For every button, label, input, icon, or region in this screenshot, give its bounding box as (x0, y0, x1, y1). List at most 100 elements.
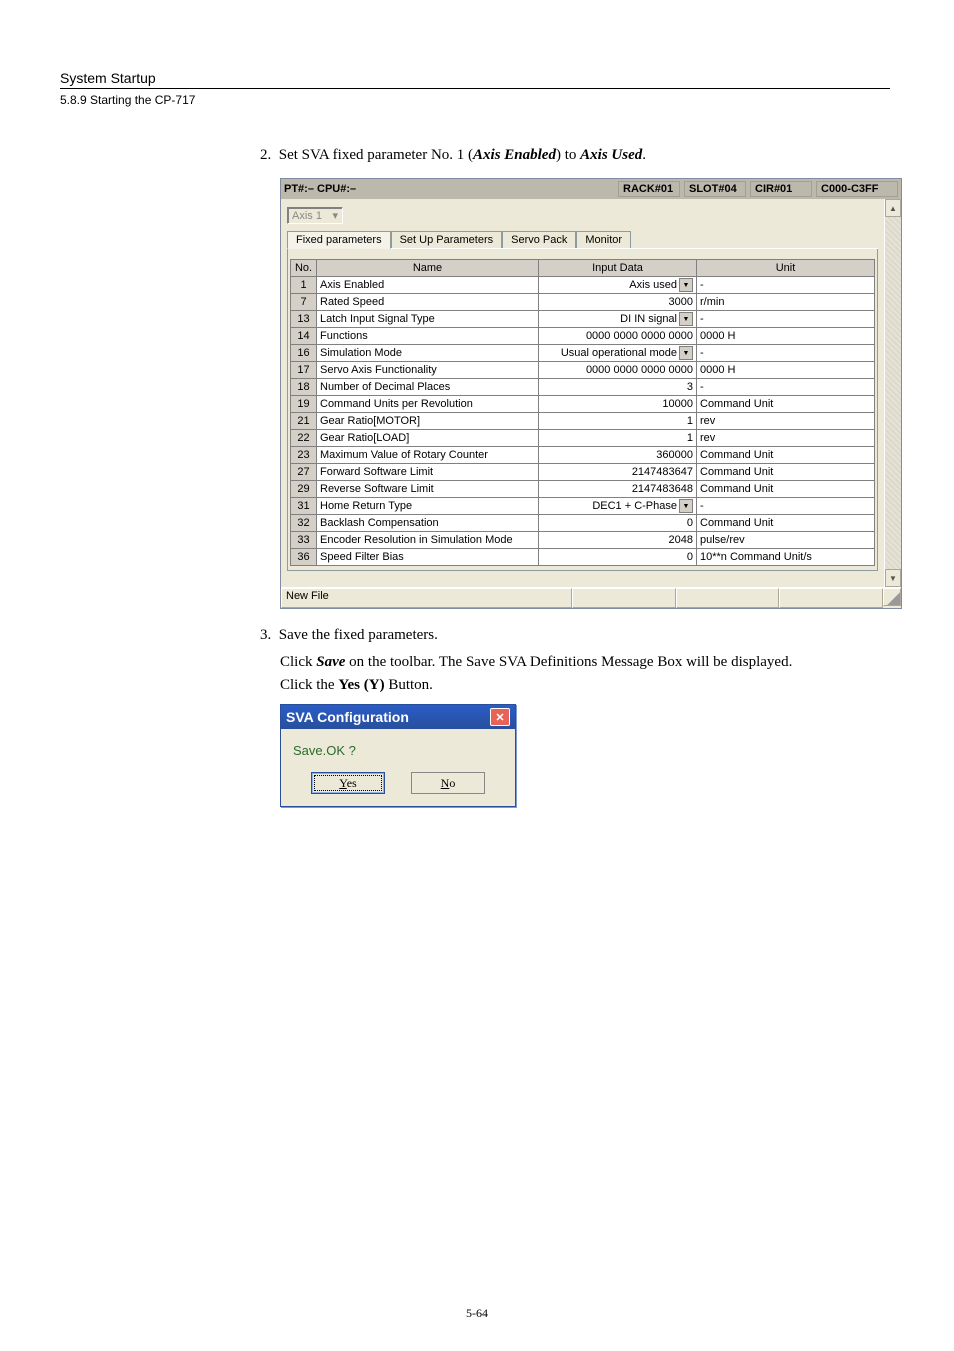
tab-monitor[interactable]: Monitor (576, 231, 631, 248)
cell-name: Maximum Value of Rotary Counter (317, 447, 539, 464)
axis-select-label: Axis 1 (292, 210, 322, 222)
cell-unit: - (697, 498, 875, 515)
tab-panel: No. Name Input Data Unit 1Axis EnabledAx… (287, 249, 878, 571)
yes-button[interactable]: Yes (311, 772, 385, 794)
table-row[interactable]: 7Rated Speed3000r/min (291, 294, 875, 311)
step-3-line1: Click Save on the toolbar. The Save SVA … (280, 654, 894, 671)
chevron-down-icon[interactable]: ▼ (679, 346, 693, 360)
scroll-track[interactable] (885, 217, 901, 569)
dialog-message: Save.OK ? (281, 729, 515, 768)
cell-name: Encoder Resolution in Simulation Mode (317, 532, 539, 549)
table-row[interactable]: 18Number of Decimal Places3- (291, 379, 875, 396)
table-row[interactable]: 17Servo Axis Functionality0000 0000 0000… (291, 362, 875, 379)
step-2-em2: Axis Used (580, 147, 642, 163)
titlebar-addr: C000-C3FF (816, 181, 898, 197)
titlebar-rack: RACK#01 (618, 181, 680, 197)
tab-fixed-parameters[interactable]: Fixed parameters (287, 231, 391, 249)
titlebar-left: PT#:– CPU#:– (284, 183, 614, 195)
scroll-down-icon[interactable]: ▼ (885, 569, 901, 587)
cell-input-data[interactable]: DI IN signal▼ (539, 311, 697, 328)
table-row[interactable]: 19Command Units per Revolution10000Comma… (291, 396, 875, 413)
cell-unit: - (697, 379, 875, 396)
col-unit: Unit (697, 260, 875, 277)
cell-input-data[interactable]: 360000 (539, 447, 697, 464)
tab-setup-parameters[interactable]: Set Up Parameters (391, 231, 503, 248)
step-2-pre: Set SVA fixed parameter No. 1 ( (279, 147, 473, 163)
cell-input-data[interactable]: 0000 0000 0000 0000 (539, 328, 697, 345)
cell-name: Gear Ratio[MOTOR] (317, 413, 539, 430)
cell-input-data[interactable]: 0 (539, 515, 697, 532)
cell-input-data[interactable]: 2048 (539, 532, 697, 549)
table-row[interactable]: 21Gear Ratio[MOTOR]1rev (291, 413, 875, 430)
table-row[interactable]: 32Backlash Compensation0Command Unit (291, 515, 875, 532)
cell-no: 22 (291, 430, 317, 447)
chevron-down-icon[interactable]: ▼ (679, 499, 693, 513)
scroll-up-icon[interactable]: ▲ (885, 199, 901, 217)
cell-no: 13 (291, 311, 317, 328)
chevron-down-icon[interactable]: ▼ (679, 278, 693, 292)
no-button[interactable]: No (411, 772, 485, 794)
cell-unit: 0000 H (697, 328, 875, 345)
cell-name: Axis Enabled (317, 277, 539, 294)
col-no: No. (291, 260, 317, 277)
close-icon[interactable]: ✕ (490, 708, 510, 726)
cell-unit: 0000 H (697, 362, 875, 379)
chevron-down-icon[interactable]: ▼ (679, 312, 693, 326)
cell-input-data[interactable]: Usual operational mode▼ (539, 345, 697, 362)
cell-input-data[interactable]: DEC1 + C-Phase▼ (539, 498, 697, 515)
fixed-parameters-window: PT#:– CPU#:– RACK#01 SLOT#04 CIR#01 C000… (280, 178, 902, 609)
cell-no: 27 (291, 464, 317, 481)
table-row[interactable]: 31Home Return TypeDEC1 + C-Phase▼- (291, 498, 875, 515)
cell-unit: r/min (697, 294, 875, 311)
cell-no: 18 (291, 379, 317, 396)
cell-unit: pulse/rev (697, 532, 875, 549)
cell-name: Command Units per Revolution (317, 396, 539, 413)
cell-input-data[interactable]: 1 (539, 430, 697, 447)
cell-input-data[interactable]: 0 (539, 549, 697, 566)
step-2-post: . (642, 147, 646, 163)
cell-no: 32 (291, 515, 317, 532)
cell-input-data[interactable]: 10000 (539, 396, 697, 413)
cell-name: Functions (317, 328, 539, 345)
cell-input-data[interactable]: 3000 (539, 294, 697, 311)
cell-input-data[interactable]: 2147483647 (539, 464, 697, 481)
col-name: Name (317, 260, 539, 277)
cell-no: 16 (291, 345, 317, 362)
tab-servo-pack[interactable]: Servo Pack (502, 231, 576, 248)
table-row[interactable]: 29Reverse Software Limit2147483648Comman… (291, 481, 875, 498)
table-row[interactable]: 1Axis EnabledAxis used▼- (291, 277, 875, 294)
cell-no: 36 (291, 549, 317, 566)
cell-input-data[interactable]: 1 (539, 413, 697, 430)
status-text: New File (281, 588, 572, 608)
table-row[interactable]: 23Maximum Value of Rotary Counter360000C… (291, 447, 875, 464)
cell-input-data[interactable]: 2147483648 (539, 481, 697, 498)
cell-unit: Command Unit (697, 464, 875, 481)
axis-select[interactable]: Axis 1 ▾ (287, 207, 343, 224)
step-2-num: 2. (260, 147, 271, 163)
vertical-scrollbar[interactable]: ▲ ▼ (884, 199, 901, 587)
resize-grip-icon[interactable] (883, 588, 901, 606)
table-row[interactable]: 22Gear Ratio[LOAD]1rev (291, 430, 875, 447)
table-row[interactable]: 13Latch Input Signal TypeDI IN signal▼- (291, 311, 875, 328)
step-2-em1: Axis Enabled (473, 147, 556, 163)
cell-no: 33 (291, 532, 317, 549)
status-cell-3 (676, 588, 780, 608)
cell-name: Home Return Type (317, 498, 539, 515)
cell-input-data[interactable]: Axis used▼ (539, 277, 697, 294)
step-3-text: Save the fixed parameters. (279, 627, 438, 643)
table-row[interactable]: 16Simulation ModeUsual operational mode▼… (291, 345, 875, 362)
cell-name: Forward Software Limit (317, 464, 539, 481)
cell-unit: rev (697, 413, 875, 430)
table-row[interactable]: 27Forward Software Limit2147483647Comman… (291, 464, 875, 481)
table-row[interactable]: 33Encoder Resolution in Simulation Mode2… (291, 532, 875, 549)
sva-configuration-dialog: SVA Configuration ✕ Save.OK ? Yes No (280, 704, 516, 807)
table-row[interactable]: 14Functions0000 0000 0000 00000000 H (291, 328, 875, 345)
cell-no: 7 (291, 294, 317, 311)
cell-input-data[interactable]: 0000 0000 0000 0000 (539, 362, 697, 379)
titlebar-slot: SLOT#04 (684, 181, 746, 197)
dialog-title: SVA Configuration (286, 709, 409, 725)
step-2: 2. Set SVA fixed parameter No. 1 (Axis E… (260, 147, 894, 164)
cell-no: 14 (291, 328, 317, 345)
table-row[interactable]: 36Speed Filter Bias010**n Command Unit/s (291, 549, 875, 566)
cell-input-data[interactable]: 3 (539, 379, 697, 396)
